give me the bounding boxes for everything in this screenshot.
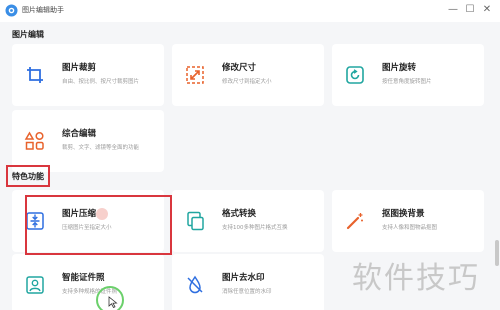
card-crop[interactable]: 图片裁剪 自由、按比例、按尺寸裁剪图片 (12, 44, 164, 106)
card-title: 图片旋转 (382, 63, 417, 73)
card-title: 格式转换 (222, 209, 257, 219)
mouse-cursor-icon (108, 296, 118, 308)
annotation-highlight-box (25, 195, 172, 255)
card-title: 图片去水印 (222, 273, 265, 283)
click-indicator (96, 208, 108, 220)
section-title-featured: 特色功能 (12, 172, 44, 181)
card-rotate[interactable]: 图片旋转 按任意角度旋转图片 (332, 44, 484, 106)
card-desc: 支持人像和图物品抠图 (382, 225, 438, 231)
card-id-photo[interactable]: 智能证件照 支持多种规格的证件照 (12, 254, 164, 310)
card-desc: 消除任意位置的水印 (222, 289, 272, 295)
card-resize[interactable]: 修改尺寸 修改尺寸到指定大小 (172, 44, 324, 106)
convert-icon (187, 211, 204, 231)
title-bar: 图片编辑助手 — ☐ ✕ (0, 0, 500, 22)
card-title: 修改尺寸 (222, 63, 257, 73)
card-desc: 修改尺寸到指定大小 (222, 79, 272, 85)
crop-icon (27, 67, 43, 83)
card-remove-watermark[interactable]: 图片去水印 消除任意位置的水印 (172, 254, 324, 310)
resize-icon (186, 66, 204, 84)
close-button[interactable]: ✕ (480, 3, 494, 17)
shapes-icon (24, 131, 44, 150)
card-desc: 按任意角度旋转图片 (382, 79, 432, 85)
app-window: 图片编辑助手 — ☐ ✕ 图片编辑 图片裁剪 自由、按比例、按尺寸裁剪图片 修改… (0, 0, 500, 310)
watermark-text: 软件技巧 (352, 261, 480, 296)
magic-wand-icon (346, 213, 363, 230)
card-title: 抠图换背景 (382, 209, 425, 219)
rotate-icon (346, 66, 364, 84)
minimize-button[interactable]: — (446, 3, 460, 17)
watermark-remove-icon (187, 275, 203, 294)
card-desc: 裁剪、文字、滤镜等全面的功能 (62, 145, 140, 151)
scrollbar[interactable] (495, 240, 499, 266)
card-desc: 自由、按比例、按尺寸裁剪图片 (62, 79, 140, 85)
window-title: 图片编辑助手 (22, 6, 64, 14)
card-format-convert[interactable]: 格式转换 支持100多种图片格式互换 (172, 190, 324, 252)
card-title: 综合编辑 (62, 129, 97, 139)
section-title-image-edit: 图片编辑 (12, 30, 44, 39)
id-photo-icon (26, 276, 44, 294)
maximize-button[interactable]: ☐ (463, 3, 477, 17)
card-title: 智能证件照 (62, 273, 105, 283)
card-comprehensive-edit[interactable]: 综合编辑 裁剪、文字、滤镜等全面的功能 (12, 110, 164, 172)
card-cutout-background[interactable]: 抠图换背景 支持人像和图物品抠图 (332, 190, 484, 252)
app-logo-icon (5, 4, 18, 17)
card-desc: 支持100多种图片格式互换 (222, 225, 288, 231)
card-title: 图片裁剪 (62, 63, 97, 73)
